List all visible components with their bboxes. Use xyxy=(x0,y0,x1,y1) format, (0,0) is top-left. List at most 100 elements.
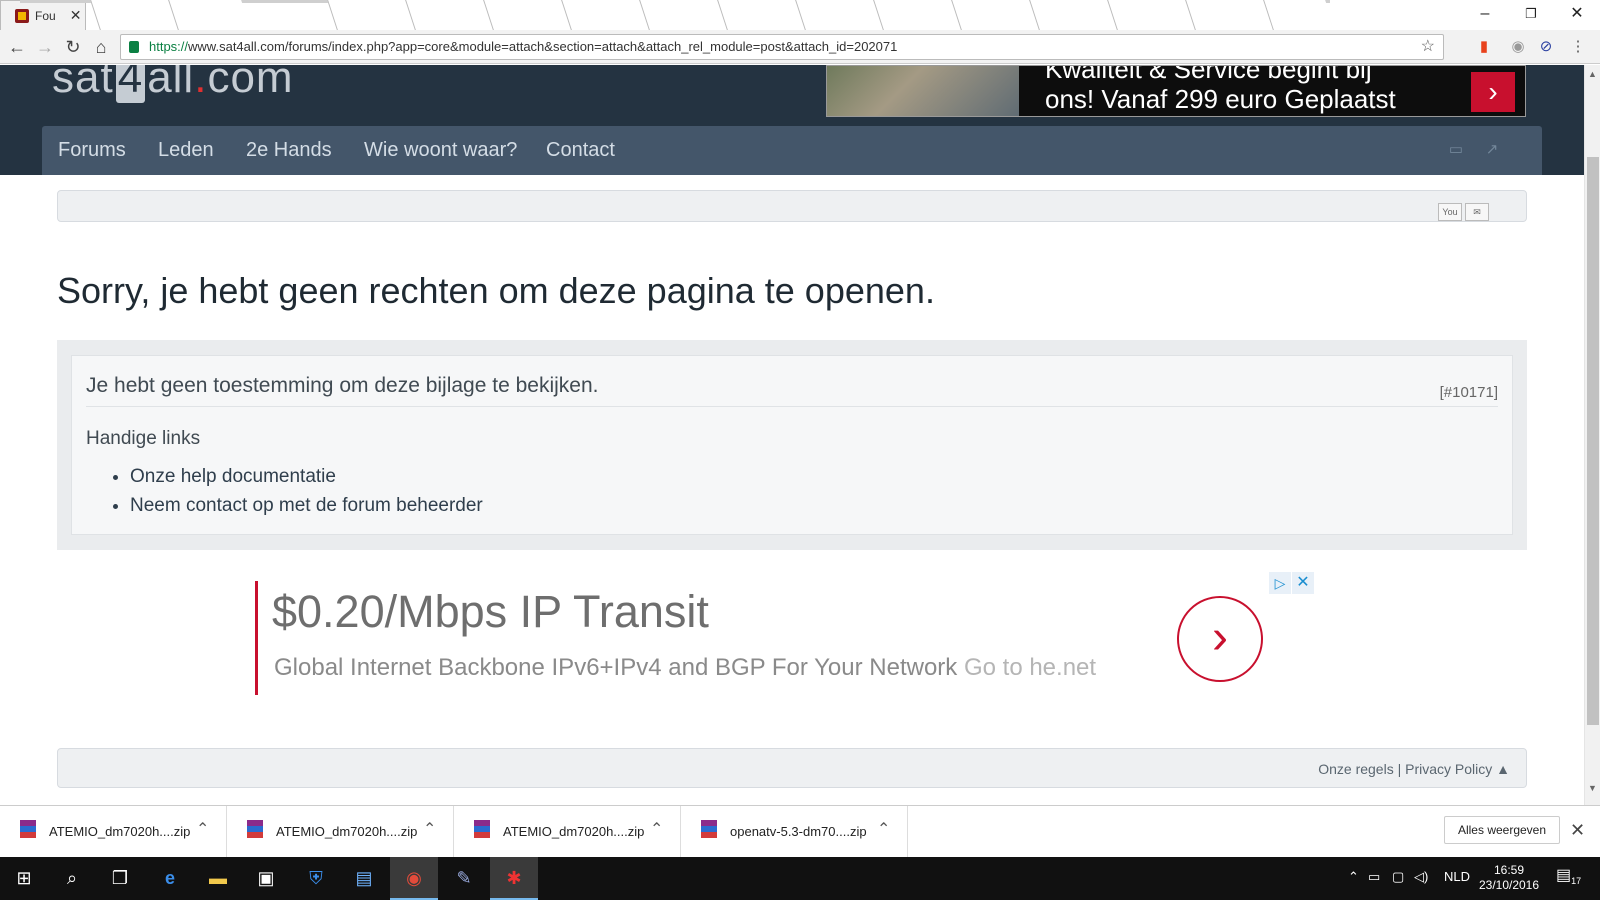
footer-links[interactable]: Onze regels | Privacy Policy ▲ xyxy=(1318,761,1510,777)
volume-icon[interactable]: ◁) xyxy=(1414,869,1428,885)
browser-tab[interactable] xyxy=(1029,0,1117,30)
nav-forums[interactable]: Forums xyxy=(58,126,126,175)
download-item[interactable]: ATEMIO_dm7020h....zip ⌃ xyxy=(227,806,454,858)
browser-tab[interactable] xyxy=(795,0,883,30)
browser-tab[interactable] xyxy=(1263,0,1335,30)
file-explorer-icon[interactable]: ▬ xyxy=(194,857,242,900)
home-button[interactable]: ⌂ xyxy=(90,36,112,58)
archive-icon xyxy=(474,820,490,838)
external-link-icon[interactable]: ↗ xyxy=(1483,141,1501,159)
chevron-right-icon[interactable]: › xyxy=(1471,72,1515,112)
ad-link[interactable]: Go to he.net xyxy=(964,654,1096,681)
search-icon[interactable]: ⌕ xyxy=(48,857,96,900)
block-extension-icon[interactable]: ⊘ xyxy=(1536,37,1556,57)
chevron-up-icon[interactable]: ⌃ xyxy=(1348,869,1359,885)
store-icon[interactable]: ▣ xyxy=(242,857,290,900)
browser-tab[interactable] xyxy=(327,0,415,30)
notification-icon[interactable]: ▤17 xyxy=(1556,865,1581,886)
nav-contact[interactable]: Contact xyxy=(546,126,615,175)
language-indicator[interactable]: NLD xyxy=(1444,869,1470,884)
archive-icon xyxy=(701,820,717,838)
footer-bar: Onze regels | Privacy Policy ▲ xyxy=(57,748,1527,788)
active-tab[interactable]: Fou ✕ xyxy=(0,0,86,30)
page-viewport: sat4all.com Kwaliteit & Service begint b… xyxy=(0,65,1584,805)
scrollbar[interactable]: ▲ ▼ xyxy=(1584,65,1600,805)
message-box: Je hebt geen toestemming om deze bijlage… xyxy=(57,340,1527,550)
ad-title[interactable]: $0.20/Mbps IP Transit xyxy=(272,586,709,638)
chevron-up-icon[interactable]: ⌃ xyxy=(650,819,663,839)
banner-ad[interactable]: Kwaliteit & Service begint bij ons! Vana… xyxy=(826,65,1526,117)
browser-tab[interactable] xyxy=(405,0,493,30)
helpful-links: Onze help documentatie Neem contact op m… xyxy=(130,466,483,524)
close-icon[interactable]: ✕ xyxy=(1570,820,1585,841)
ad-description: Global Internet Backbone IPv6+IPv4 and B… xyxy=(274,654,1096,682)
browser-tab[interactable] xyxy=(717,0,805,30)
defender-icon[interactable]: ⛨ xyxy=(292,857,340,900)
reload-button[interactable]: ↻ xyxy=(62,36,84,58)
address-bar[interactable]: https://www.sat4all.com/forums/index.php… xyxy=(120,34,1444,60)
logo-text-all: all xyxy=(147,65,195,102)
browser-tab[interactable] xyxy=(951,0,1039,30)
chrome-icon[interactable]: ◉ xyxy=(390,857,438,900)
browser-tab[interactable] xyxy=(168,0,251,30)
text-ad[interactable]: $0.20/Mbps IP Transit Global Internet Ba… xyxy=(255,570,1355,700)
close-icon[interactable]: ✕ xyxy=(1292,572,1314,594)
clock[interactable]: 16:59 23/10/2016 xyxy=(1478,863,1540,893)
scroll-thumb[interactable] xyxy=(1587,157,1599,725)
nav-2e-hands[interactable]: 2e Hands xyxy=(246,126,332,175)
download-filename: ATEMIO_dm7020h....zip xyxy=(49,824,191,839)
close-window-button[interactable]: ✕ xyxy=(1554,0,1600,28)
site-header: sat4all.com Kwaliteit & Service begint b… xyxy=(0,65,1584,175)
minimize-button[interactable]: – xyxy=(1462,0,1508,28)
scroll-up-icon[interactable]: ▲ xyxy=(1588,69,1597,79)
browser-tab[interactable] xyxy=(1185,0,1273,30)
lock-icon xyxy=(129,41,139,53)
youtube-icon[interactable]: You xyxy=(1438,203,1462,221)
banner-text: Kwaliteit & Service begint bij ons! Vana… xyxy=(1045,66,1445,114)
logo-text-sat: sat xyxy=(52,65,114,102)
edge-icon[interactable]: e xyxy=(146,857,194,900)
browser-tab[interactable] xyxy=(483,0,571,30)
network-icon[interactable]: ▢ xyxy=(1392,869,1404,885)
nav-wie-woont-waar[interactable]: Wie woont waar? xyxy=(364,126,517,175)
chevron-up-icon[interactable]: ⌃ xyxy=(196,819,209,839)
star-icon[interactable]: ☆ xyxy=(1421,35,1435,59)
window-icon[interactable]: ▭ xyxy=(1447,141,1465,159)
help-docs-link[interactable]: Onze help documentatie xyxy=(130,466,336,487)
app-icon[interactable]: ✎ xyxy=(440,857,488,900)
chevron-up-icon[interactable]: ⌃ xyxy=(877,819,890,839)
scroll-down-icon[interactable]: ▼ xyxy=(1588,783,1597,793)
show-all-downloads-button[interactable]: Alles weergeven xyxy=(1444,816,1560,844)
extension-icon[interactable]: ◉ xyxy=(1508,37,1528,57)
error-code: [#10171] xyxy=(1439,384,1498,401)
download-item[interactable]: ATEMIO_dm7020h....zip ⌃ xyxy=(0,806,227,858)
task-view-icon[interactable]: ❐ xyxy=(96,857,144,900)
download-item[interactable]: ATEMIO_dm7020h....zip ⌃ xyxy=(454,806,681,858)
mail-icon[interactable]: ✉ xyxy=(1465,203,1489,221)
adchoices-icon[interactable]: ▷ xyxy=(1269,572,1291,594)
contact-admin-link[interactable]: Neem contact op met de forum beheerder xyxy=(130,495,483,516)
back-button[interactable]: ← xyxy=(6,36,28,58)
browser-tab[interactable] xyxy=(639,0,727,30)
close-tab-icon[interactable]: ✕ xyxy=(70,7,82,24)
ad-description-text: Global Internet Backbone IPv6+IPv4 and B… xyxy=(274,654,958,681)
menu-icon[interactable]: ⋮ xyxy=(1568,37,1588,57)
browser-tab[interactable] xyxy=(90,0,178,30)
start-icon[interactable]: ⊞ xyxy=(0,857,48,900)
banner-line-2: ons! Vanaf 299 euro Geplaatst xyxy=(1045,84,1396,114)
browser-tab[interactable] xyxy=(1107,0,1195,30)
forward-button[interactable]: → xyxy=(34,36,56,58)
download-item[interactable]: openatv-5.3-dm70....zip ⌃ xyxy=(681,806,908,858)
app-icon[interactable]: ▤ xyxy=(340,857,388,900)
browser-tab[interactable] xyxy=(873,0,961,30)
chevron-right-icon[interactable]: › xyxy=(1177,596,1263,682)
restore-button[interactable]: ❐ xyxy=(1508,0,1554,28)
nav-leden[interactable]: Leden xyxy=(158,126,214,175)
chevron-up-icon[interactable]: ⌃ xyxy=(423,819,436,839)
site-logo[interactable]: sat4all.com xyxy=(52,65,294,103)
links-heading: Handige links xyxy=(86,428,201,449)
app-icon[interactable]: ✱ xyxy=(490,857,538,900)
browser-tab[interactable] xyxy=(561,0,649,30)
battery-icon[interactable]: ▭ xyxy=(1368,869,1380,885)
office-extension-icon[interactable]: ▮ xyxy=(1474,37,1494,57)
